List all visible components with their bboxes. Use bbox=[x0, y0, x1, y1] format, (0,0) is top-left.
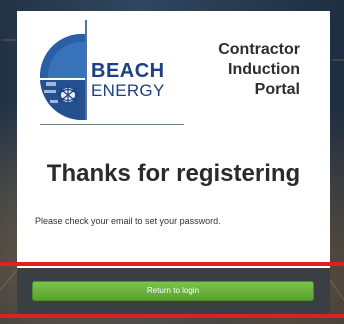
brand-name-beach: BEACH bbox=[91, 60, 165, 82]
instruction-message: Please check your email to set your pass… bbox=[35, 216, 221, 226]
beach-energy-logo-icon bbox=[39, 20, 87, 120]
logo-divider bbox=[40, 124, 184, 125]
brand-name-energy: ENERGY bbox=[91, 81, 165, 100]
page-heading: Thanks for registering bbox=[46, 160, 301, 187]
highlight-box-top-edge bbox=[0, 262, 344, 266]
portal-title-line-1: Contractor bbox=[218, 41, 300, 58]
return-to-login-button[interactable]: Return to login bbox=[32, 281, 314, 301]
portal-title-line-2: Induction bbox=[228, 61, 300, 78]
highlight-box-bottom-edge bbox=[0, 314, 344, 318]
portal-title-line-3: Portal bbox=[254, 81, 300, 98]
portal-title: Contractor Induction Portal bbox=[218, 40, 300, 100]
